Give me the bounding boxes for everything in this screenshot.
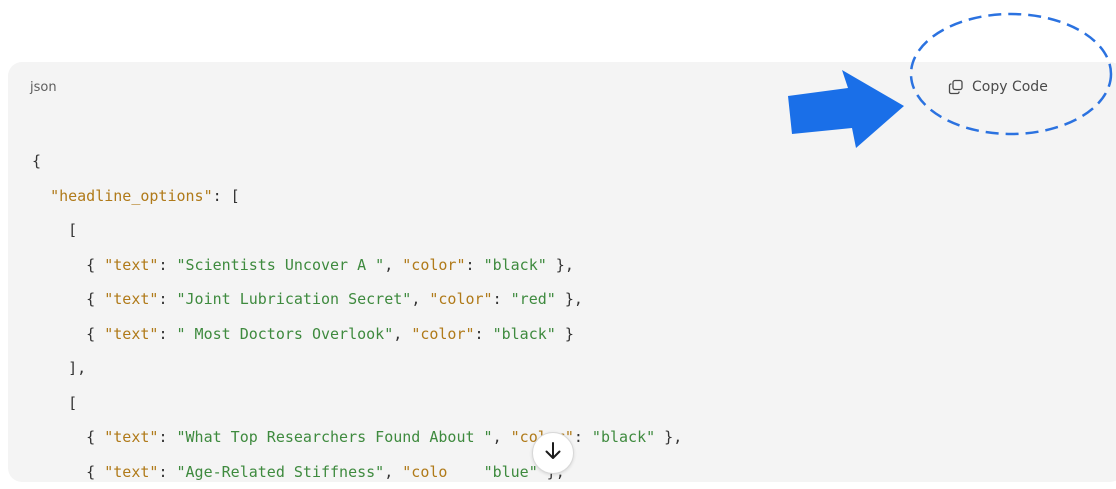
code-token: : [475,325,493,343]
code-token: : [158,428,176,446]
code-token: : [158,256,176,274]
code-token: "black" [493,325,556,343]
code-line: { "text": "Age-Related Stiffness", "colo… [32,455,682,489]
code-token: , [384,256,402,274]
code-line: [ [32,386,682,421]
code-token: ], [32,359,86,377]
code-token: { [32,152,41,170]
code-token: "black" [484,256,547,274]
code-token: { [32,290,104,308]
code-token: "color" [411,325,474,343]
code-token: }, [655,428,682,446]
code-token: : [493,290,511,308]
code-token: "Age-Related Stiffness" [177,463,385,481]
code-line: ], [32,351,682,386]
code-token: , [411,290,429,308]
code-token: "Scientists Uncover A " [177,256,385,274]
code-token [447,463,483,481]
code-token: "red" [511,290,556,308]
code-content: { "headline_options": [ [ { "text": "Sci… [32,144,682,489]
pointer-arrow-icon [786,68,906,150]
code-token: : [ [213,187,240,205]
code-token: "text" [104,428,158,446]
code-token: "text" [104,256,158,274]
code-line: { "text": "Joint Lubrication Secret", "c… [32,282,682,317]
code-token: "colo [402,463,447,481]
code-line: { [32,144,682,179]
code-token: "text" [104,290,158,308]
code-token: "headline_options" [50,187,213,205]
code-token [32,187,50,205]
code-token: } [556,325,574,343]
code-token: "text" [104,463,158,481]
highlight-ellipse [908,10,1114,138]
code-language-label: json [30,80,57,95]
code-token: : [158,325,176,343]
code-token: "blue" [484,463,538,481]
code-line: { "text": " Most Doctors Overlook", "col… [32,317,682,352]
code-token: { [32,325,104,343]
code-token: "black" [592,428,655,446]
code-token: }, [547,256,574,274]
code-line: [ [32,213,682,248]
code-token: "Joint Lubrication Secret" [177,290,412,308]
code-token: "color" [402,256,465,274]
code-token: : [158,463,176,481]
code-token: { [32,463,104,481]
code-token: [ [32,221,77,239]
code-line: { "text": "Scientists Uncover A ", "colo… [32,248,682,283]
code-token: : [158,290,176,308]
code-token: [ [32,394,77,412]
code-token: , [384,463,402,481]
code-token: : [574,428,592,446]
code-token: : [466,256,484,274]
code-token: "What Top Researchers Found About " [177,428,493,446]
code-line: "headline_options": [ [32,179,682,214]
code-token: , [493,428,511,446]
code-token: }, [556,290,583,308]
code-token: " Most Doctors Overlook" [177,325,394,343]
arrow-down-icon [544,441,562,466]
code-token: { [32,256,104,274]
code-token: "color" [429,290,492,308]
code-token: { [32,428,104,446]
code-line: { "text": "What Top Researchers Found Ab… [32,420,682,455]
scroll-down-button[interactable] [532,432,574,474]
code-token: , [393,325,411,343]
code-token: "text" [104,325,158,343]
